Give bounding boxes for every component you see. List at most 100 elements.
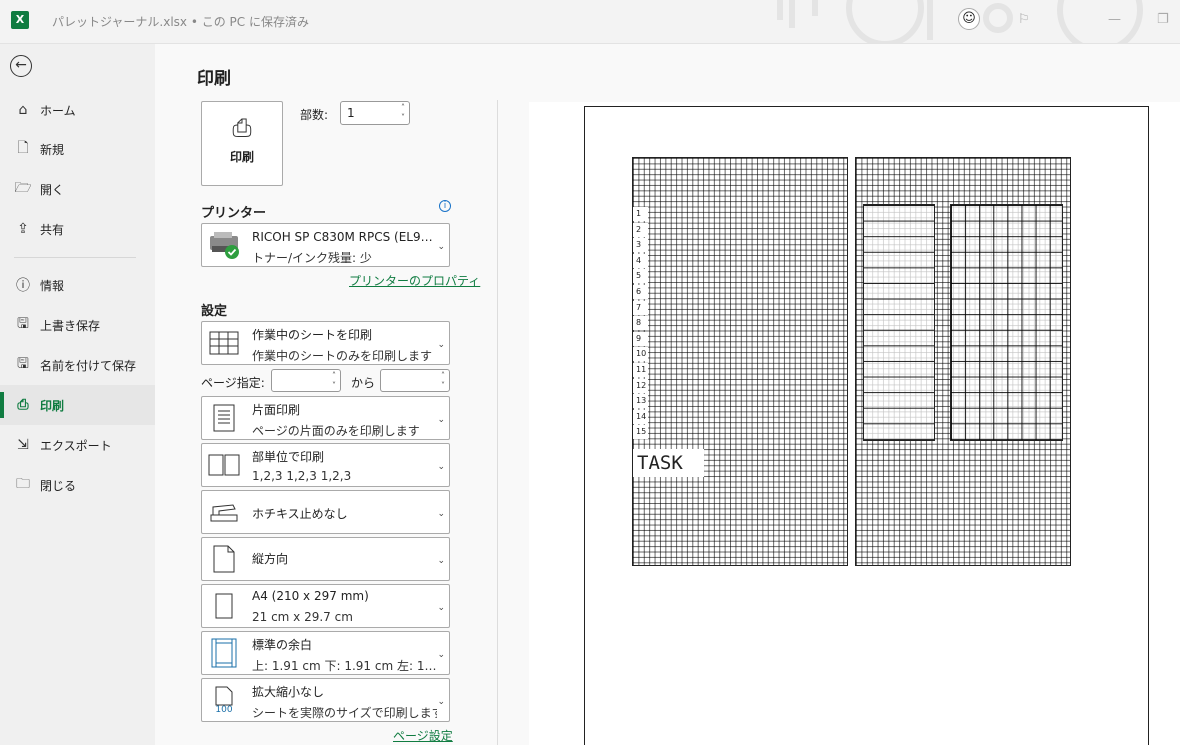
sides-select[interactable]: 片面印刷 ページの片面のみを印刷します ⌄ [201, 396, 450, 440]
nav-item-new[interactable]: 🗋 新規 [0, 129, 155, 169]
print-what-title: 作業中のシートを印刷 [252, 328, 373, 342]
row-number: 12 [633, 378, 648, 393]
collation-select[interactable]: 部単位で印刷 1,2,3 1,2,3 1,2,3 ⌄ [201, 443, 450, 487]
settings-heading: 設定 [201, 304, 228, 319]
spin-arrows-icon[interactable]: ˄ ˅ [332, 371, 336, 391]
nav-item-open[interactable]: 🗁 開く [0, 169, 155, 209]
title-bar: X パレットジャーナル.xlsx • この PC に保存済み ☺ ⚐ — ❐ [0, 0, 1180, 44]
backstage-nav: ← ⌂ ホーム 🗋 新規 🗁 開く ⇪ 共有 ⓘ 情報 🖫 上書き保存 🖫 名前… [0, 44, 155, 745]
page-range-label: ページ指定: [201, 376, 265, 390]
nav-item-label: 印刷 [40, 398, 65, 413]
page-range-to-input[interactable]: ˄ ˅ [380, 369, 450, 392]
nav-item-save[interactable]: 🖫 上書き保存 [0, 305, 155, 345]
nav-item-home[interactable]: ⌂ ホーム [0, 90, 155, 130]
excel-logo-icon: X [11, 11, 29, 29]
preview-grid-left: 1 2 3 4 5 6 7 8 9 10 11 12 13 14 15 TASK [632, 157, 848, 566]
row-number: 6 [633, 285, 648, 299]
chevron-down-icon: ⌄ [437, 650, 445, 660]
user-avatar[interactable]: ☺ [958, 8, 980, 30]
chevron-down-icon: ⌄ [437, 462, 445, 472]
nav-item-label: エクスポート [40, 438, 112, 453]
printer-status: トナー/インク残量: 少 [252, 251, 372, 265]
nav-item-label: 新規 [40, 142, 65, 157]
minimize-icon[interactable]: — [1108, 12, 1121, 27]
nav-item-close[interactable]: 🗀 閉じる [0, 465, 155, 505]
page-setup-link[interactable]: ページ設定 [393, 727, 453, 744]
portrait-page-icon [206, 542, 242, 576]
nav-item-label: 上書き保存 [40, 318, 101, 333]
row-number: 7 [633, 300, 648, 315]
paper-size-desc: 21 cm x 29.7 cm [252, 610, 353, 624]
close-folder-icon: 🗀 [16, 476, 30, 492]
margins-select[interactable]: 標準の余白 上: 1.91 cm 下: 1.91 cm 左: 1… ⌄ [201, 631, 450, 675]
spin-arrows-icon[interactable]: ˄ ˅ [441, 371, 445, 391]
paper-size-title: A4 (210 x 297 mm) [252, 589, 369, 603]
scaling-icon-text: 100 [215, 704, 233, 715]
row-number: 15 [633, 425, 648, 440]
copies-value: 1 [347, 106, 355, 120]
collation-title: 部単位で印刷 [252, 450, 325, 464]
home-icon: ⌂ [18, 102, 28, 118]
printer-properties-link[interactable]: プリンターのプロパティ [349, 272, 480, 289]
share-icon: ⇪ [17, 221, 29, 237]
printer-select[interactable]: RICOH SP C830M RPCS (EL9… トナー/インク残量: 少 ⌄ [201, 223, 450, 267]
print-what-select[interactable]: 作業中のシートを印刷 作業中のシートのみを印刷します ⌄ [201, 321, 450, 365]
feedback-icon[interactable]: ⚐ [1018, 12, 1030, 27]
restore-icon[interactable]: ❐ [1157, 12, 1169, 27]
new-document-icon: 🗋 [17, 140, 29, 156]
chevron-down-icon: ⌄ [437, 697, 445, 707]
margins-icon [206, 636, 242, 670]
page-range-from-input[interactable]: ˄ ˅ [271, 369, 341, 392]
chevron-down-icon: ⌄ [437, 509, 445, 519]
print-button[interactable]: ⎙ 印刷 [201, 101, 283, 186]
row-number: 13 [633, 394, 648, 409]
scaling-desc: シートを実際のサイズで印刷します [252, 706, 437, 720]
nav-item-label: 情報 [40, 278, 65, 293]
task-label: TASK [633, 449, 704, 477]
export-icon: ⇲ [17, 437, 29, 453]
row-number: 3 [633, 238, 648, 253]
staple-select[interactable]: ホチキス止めなし ⌄ [201, 490, 450, 534]
paper-size-icon [206, 589, 242, 623]
nav-item-share[interactable]: ⇪ 共有 [0, 209, 155, 249]
info-icon[interactable]: i [439, 200, 451, 212]
collated-icon [206, 448, 242, 482]
window-title: パレットジャーナル.xlsx • この PC に保存済み [52, 15, 309, 29]
printer-icon: ⎙ [17, 397, 29, 413]
chevron-down-icon: ⌄ [437, 603, 445, 613]
panel-divider [497, 100, 498, 745]
collation-desc: 1,2,3 1,2,3 1,2,3 [252, 469, 352, 483]
folder-open-icon: 🗁 [14, 180, 32, 196]
preview-box-table [950, 204, 1063, 441]
nav-item-label: 閉じる [40, 478, 77, 493]
nav-item-save-as[interactable]: 🖫 名前を付けて保存 [0, 345, 155, 385]
sides-title: 片面印刷 [252, 403, 301, 417]
row-number: 8 [633, 316, 648, 331]
row-number: 4 [633, 253, 648, 268]
row-number: 11 [633, 363, 648, 377]
row-number: 2 [633, 222, 648, 237]
back-arrow-icon[interactable]: ← [10, 55, 32, 77]
nav-item-info[interactable]: ⓘ 情報 [0, 265, 155, 305]
printer-icon: ⎙ [232, 114, 252, 142]
save-icon: 🖫 [17, 316, 29, 332]
nav-item-export[interactable]: ⇲ エクスポート [0, 425, 155, 465]
row-number: 5 [633, 269, 648, 284]
printer-device-icon [206, 228, 242, 262]
page-title: 印刷 [197, 69, 231, 89]
chevron-down-icon: ⌄ [437, 556, 445, 566]
paper-size-select[interactable]: A4 (210 x 297 mm) 21 cm x 29.7 cm ⌄ [201, 584, 450, 628]
scaling-select[interactable]: 100 拡大縮小なし シートを実際のサイズで印刷します ⌄ [201, 678, 450, 722]
sides-desc: ページの片面のみを印刷します [252, 424, 420, 438]
spin-arrows-icon[interactable]: ˄ ˅ [401, 103, 405, 123]
active-indicator [0, 392, 4, 418]
print-panel: 印刷 ⎙ 印刷 部数: 1 ˄ ˅ プリンター i RICOH SP C830M … [155, 44, 1180, 745]
chevron-down-icon: ⌄ [437, 340, 445, 350]
preview-box-narrow [863, 204, 935, 441]
nav-item-label: 名前を付けて保存 [40, 358, 137, 373]
orientation-select[interactable]: 縦方向 ⌄ [201, 537, 450, 581]
save-as-icon: 🖫 [17, 356, 29, 372]
row-number: 9 [633, 331, 648, 346]
nav-item-print[interactable]: ⎙ 印刷 [0, 385, 155, 425]
copies-stepper[interactable]: 1 ˄ ˅ [340, 101, 410, 125]
